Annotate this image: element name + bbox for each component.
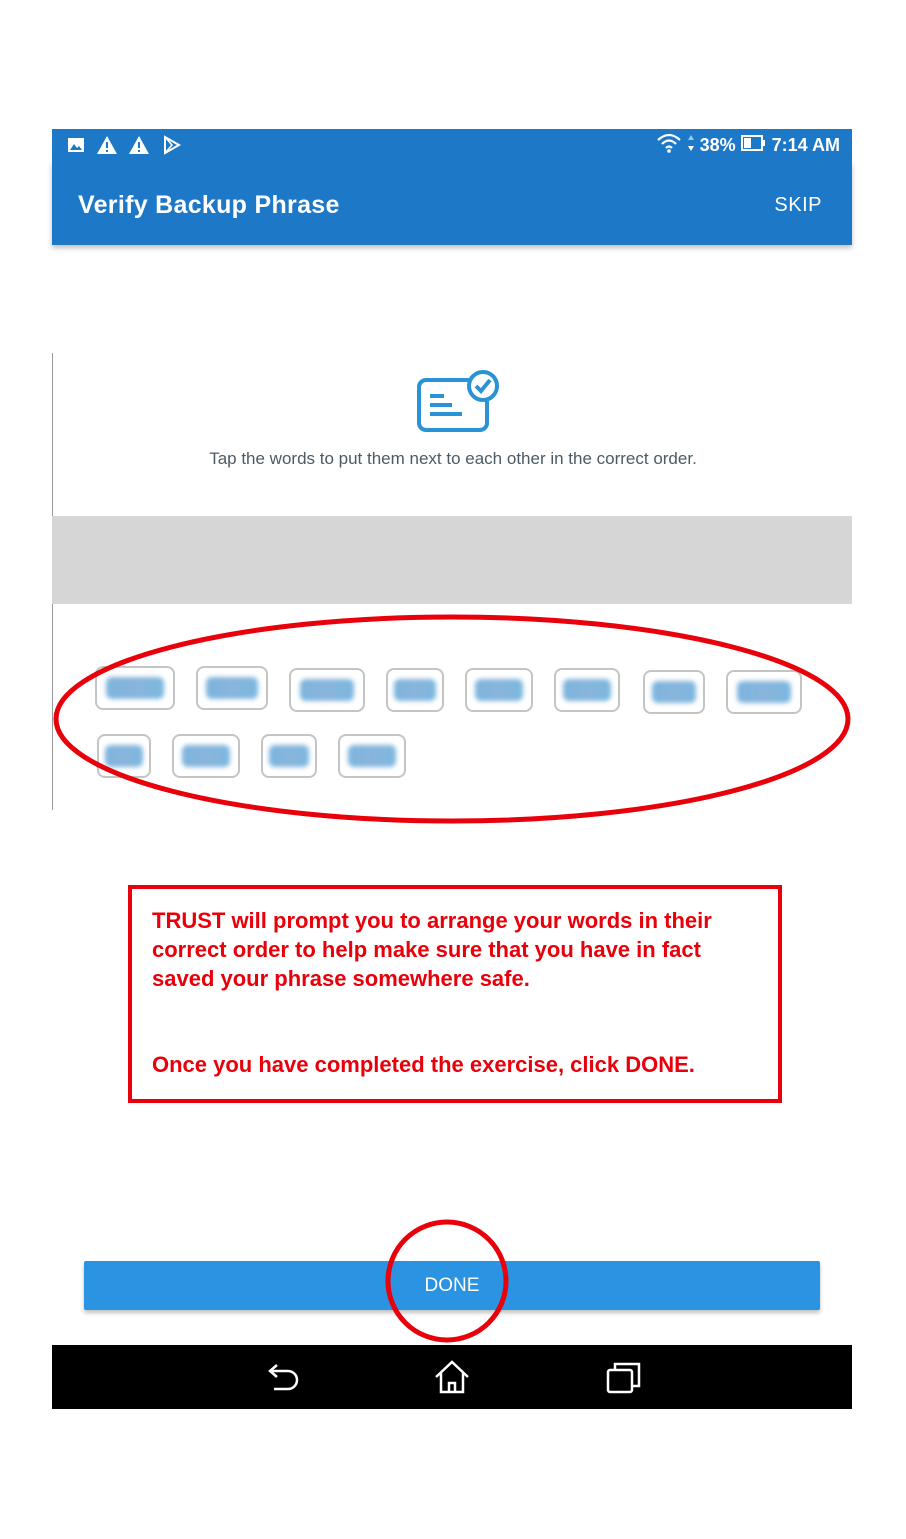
word-chip[interactable] [726, 670, 802, 714]
word-chip[interactable] [465, 668, 533, 712]
battery-percent: 38% [699, 134, 736, 155]
navigation-bar [52, 1345, 852, 1409]
word-chip[interactable] [196, 666, 268, 710]
answer-area[interactable] [52, 516, 852, 604]
home-icon[interactable] [432, 1357, 472, 1397]
word-chip[interactable] [289, 668, 365, 712]
word-chip[interactable] [386, 668, 444, 712]
clock: 7:14 AM [771, 134, 840, 155]
word-chip[interactable] [172, 734, 240, 778]
word-chip[interactable] [261, 734, 317, 778]
skip-button[interactable]: SKIP [774, 194, 822, 217]
done-button[interactable]: DONE [84, 1261, 820, 1310]
image-icon [66, 135, 86, 160]
battery-icon [740, 134, 767, 157]
recents-icon[interactable] [604, 1357, 644, 1397]
document-check-icon [416, 363, 500, 440]
word-chip[interactable] [554, 668, 620, 712]
word-chip[interactable] [95, 666, 175, 710]
annotation-paragraph: TRUST will prompt you to arrange your wo… [152, 908, 712, 991]
word-chips-area [52, 604, 853, 810]
warning-icon [128, 135, 150, 160]
data-arrows-icon [687, 134, 695, 157]
word-chip[interactable] [97, 734, 151, 778]
annotation-paragraph: Once you have completed the exercise, cl… [152, 1052, 695, 1077]
status-bar: 38% 7:14 AM [52, 129, 852, 161]
wifi-icon [656, 133, 682, 158]
instruction-card: Tap the words to put them next to each o… [52, 353, 853, 516]
warning-icon [96, 135, 118, 160]
play-store-icon [162, 135, 182, 160]
app-bar: Verify Backup Phrase SKIP [52, 161, 852, 245]
word-chip[interactable] [643, 670, 705, 714]
annotation-note: TRUST will prompt you to arrange your wo… [128, 885, 782, 1103]
page-title: Verify Backup Phrase [78, 191, 340, 219]
word-chip[interactable] [338, 734, 406, 778]
back-icon[interactable] [262, 1357, 302, 1397]
instruction-text: Tap the words to put them next to each o… [209, 449, 697, 468]
